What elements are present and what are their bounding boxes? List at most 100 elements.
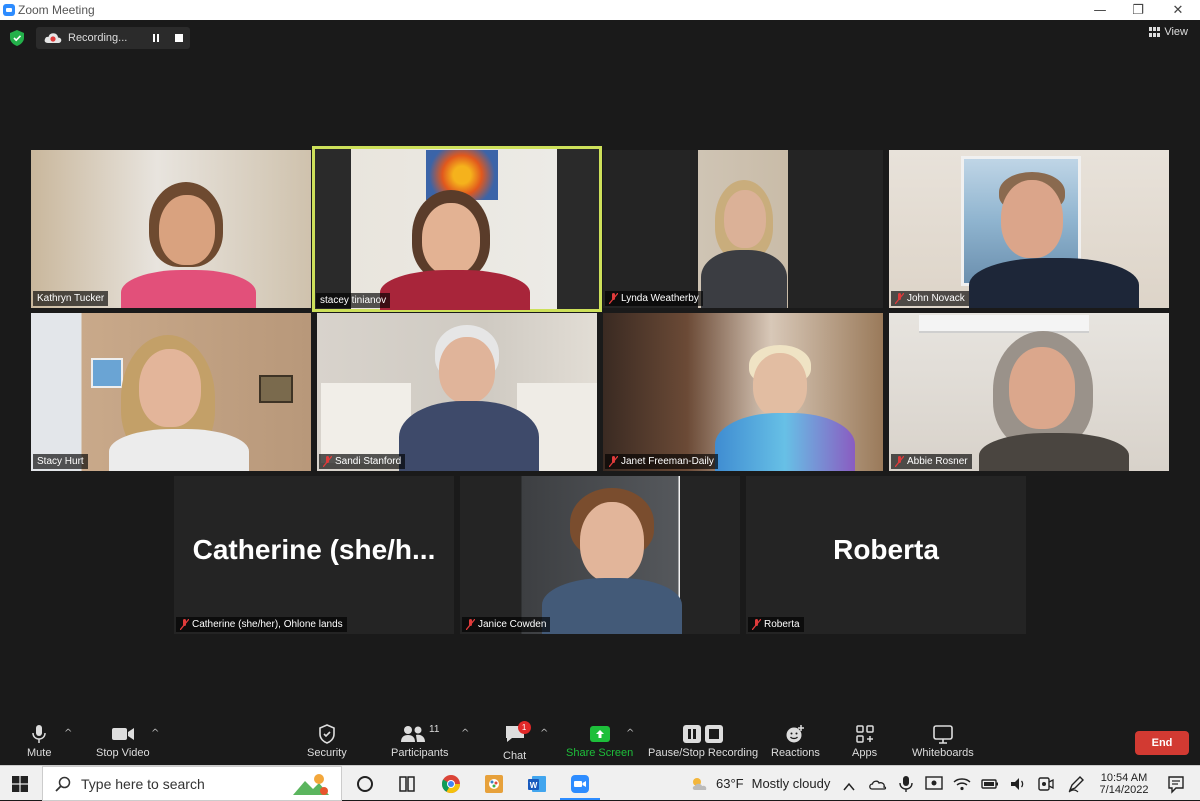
participant-name: Lynda Weatherby: [621, 293, 699, 304]
participant-name: Janet Freeman-Daily: [621, 456, 714, 467]
video-tile[interactable]: Janet Freeman-Daily: [603, 313, 883, 471]
video-tile[interactable]: Lynda Weatherby: [603, 150, 883, 308]
microphone-icon: [32, 725, 46, 743]
volume-icon[interactable]: [1008, 774, 1028, 794]
view-button[interactable]: View: [1149, 26, 1188, 38]
participant-name: Janice Cowden: [478, 619, 547, 630]
video-tile[interactable]: Kathryn Tucker: [31, 150, 311, 308]
video-tile-no-video[interactable]: Roberta Roberta: [746, 476, 1026, 634]
chrome-icon[interactable]: [441, 774, 461, 794]
video-options-caret[interactable]: ^: [151, 728, 159, 739]
chat-options-caret[interactable]: ^: [540, 728, 548, 739]
stop-recording-button[interactable]: [172, 31, 186, 45]
participant-name-tag: John Novack: [891, 291, 969, 306]
taskbar-search-box[interactable]: Type here to search: [42, 766, 342, 801]
microphone-tray-icon[interactable]: [896, 774, 916, 794]
participants-count: 11: [429, 724, 440, 735]
video-tile[interactable]: John Novack: [889, 150, 1169, 308]
video-tile-no-video[interactable]: Catherine (she/h... Catherine (she/her),…: [174, 476, 454, 634]
meet-now-icon[interactable]: [1036, 774, 1056, 794]
participants-label: Participants: [391, 747, 449, 759]
battery-icon[interactable]: [980, 774, 1000, 794]
share-options-caret[interactable]: ^: [626, 728, 634, 739]
participant-name-tag: stacey tinianov: [316, 293, 391, 308]
chat-unread-badge: 1: [517, 721, 531, 734]
mute-button[interactable]: Mute: [27, 724, 51, 759]
chevron-up-icon[interactable]: [842, 777, 856, 797]
window-title: Zoom Meeting: [18, 3, 95, 17]
apps-button[interactable]: Apps: [852, 724, 877, 759]
participant-display-name: Catherine (she/h...: [192, 534, 436, 565]
participant-name-tag: Janet Freeman-Daily: [605, 454, 718, 469]
video-tile[interactable]: Stacy Hurt: [31, 313, 311, 471]
cloud-recording-icon: [44, 33, 62, 43]
clock[interactable]: 10:54 AM 7/14/2022: [1096, 766, 1152, 801]
participants-button[interactable]: 11 Participants: [391, 724, 448, 759]
wifi-icon[interactable]: [952, 774, 972, 794]
participants-options-caret[interactable]: ^: [461, 728, 469, 739]
apps-label: Apps: [852, 747, 878, 759]
mic-muted-icon: [895, 293, 904, 304]
video-tile[interactable]: Sandi Stanford: [317, 313, 597, 471]
participant-name-tag: Kathryn Tucker: [33, 291, 109, 306]
meeting-area: Recording... View Kathryn Tucker stacey …: [0, 20, 1200, 720]
title-bar: Zoom Meeting — ❐ ✕: [0, 0, 1200, 20]
view-label: View: [1164, 26, 1188, 38]
participant-name: John Novack: [907, 293, 965, 304]
screen-capture-icon[interactable]: [924, 774, 944, 794]
zoom-taskbar-icon[interactable]: [570, 774, 590, 794]
video-tile[interactable]: Abbie Rosner: [889, 313, 1169, 471]
restore-button[interactable]: ❐: [1118, 0, 1158, 20]
pen-input-icon[interactable]: [1066, 774, 1086, 794]
mic-muted-icon: [323, 456, 332, 467]
whiteboards-label: Whiteboards: [912, 747, 974, 759]
svg-text:W: W: [530, 781, 538, 790]
word-icon[interactable]: W: [527, 774, 547, 794]
paint-app-icon[interactable]: [484, 774, 504, 794]
mic-muted-icon: [609, 456, 618, 467]
shield-icon[interactable]: [10, 30, 24, 46]
windows-start-icon[interactable]: [12, 776, 28, 792]
pause-icon: [153, 34, 159, 42]
weather-description: Mostly cloudy: [751, 776, 831, 791]
participant-name-tag: Roberta: [748, 617, 804, 632]
recording-status: Recording...: [68, 32, 128, 44]
pause-stop-recording-icon: [683, 725, 724, 743]
stop-video-button[interactable]: Stop Video: [96, 724, 150, 759]
mic-muted-icon: [752, 619, 761, 630]
task-view-icon[interactable]: [397, 774, 417, 794]
search-icon: [55, 776, 71, 792]
video-tile[interactable]: Janice Cowden: [460, 476, 740, 634]
pause-stop-recording-button[interactable]: Pause/Stop Recording: [648, 724, 758, 759]
participant-name: Kathryn Tucker: [37, 293, 105, 304]
pause-recording-button[interactable]: [149, 31, 163, 45]
clock-time: 10:54 AM: [1100, 771, 1148, 784]
participant-name-tag: Catherine (she/her), Ohlone lands: [176, 617, 347, 632]
mic-muted-icon: [609, 293, 618, 304]
chat-button[interactable]: 1 Chat: [503, 721, 531, 762]
security-button[interactable]: Security: [307, 724, 347, 759]
whiteboards-button[interactable]: Whiteboards: [912, 724, 974, 759]
reactions-smiley-icon: [786, 725, 805, 743]
mic-muted-icon: [895, 456, 904, 467]
participant-name: Sandi Stanford: [335, 456, 402, 467]
audio-options-caret[interactable]: ^: [64, 728, 72, 739]
share-screen-button[interactable]: Share Screen: [566, 724, 633, 759]
minimize-button[interactable]: —: [1080, 0, 1120, 20]
reactions-button[interactable]: Reactions: [771, 724, 820, 759]
notifications-icon[interactable]: [1166, 774, 1186, 794]
close-button[interactable]: ✕: [1158, 0, 1198, 20]
meeting-toolbar: Mute ^ Stop Video ^ Security 11 Particip…: [0, 720, 1200, 765]
weather-widget[interactable]: 63°F Mostly cloudy: [690, 766, 830, 801]
clock-date: 7/14/2022: [1099, 783, 1149, 796]
participant-name: Catherine (she/her), Ohlone lands: [192, 619, 343, 630]
task-view-circle-icon[interactable]: [355, 774, 375, 794]
participant-name-tag: Abbie Rosner: [891, 454, 972, 469]
onedrive-icon[interactable]: [868, 774, 888, 794]
participant-display-name: Roberta: [833, 534, 939, 565]
video-tile-active-speaker[interactable]: stacey tinianov: [312, 146, 602, 312]
recording-label: Pause/Stop Recording: [648, 747, 759, 759]
weather-temperature: 63°F: [716, 776, 744, 791]
end-meeting-button[interactable]: End: [1135, 731, 1189, 755]
chat-label: Chat: [503, 750, 527, 762]
